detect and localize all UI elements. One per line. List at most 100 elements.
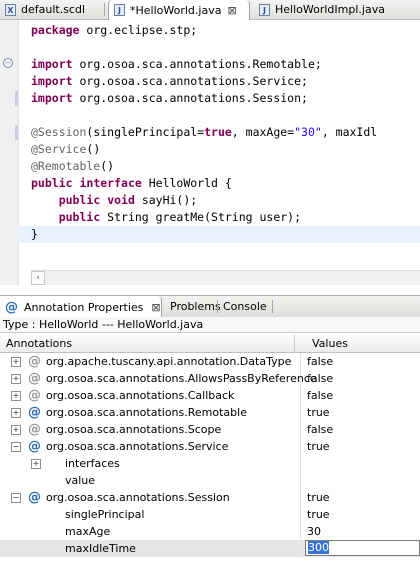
code-token: () <box>100 159 115 173</box>
code-token: public <box>31 176 73 190</box>
code-line[interactable]: import org.osoa.sca.annotations.Session; <box>31 90 420 107</box>
close-icon[interactable]: ⊠ <box>227 4 236 17</box>
code-token: org.eclipse.stp; <box>79 23 198 37</box>
code-line[interactable]: import org.osoa.sca.annotations.Remotabl… <box>31 56 420 73</box>
expand-icon[interactable]: + <box>11 425 21 435</box>
change-marker <box>15 125 18 140</box>
code-token: true <box>204 125 232 139</box>
tree-row[interactable]: + @ org.osoa.sca.annotations.Remotable true <box>0 404 420 421</box>
annotation-value[interactable]: false <box>307 421 333 438</box>
code-token: } <box>31 227 38 241</box>
annotation-icon: @ <box>28 490 41 505</box>
annotation-name: org.osoa.sca.annotations.Remotable <box>46 406 247 419</box>
code-line[interactable]: } <box>18 226 420 243</box>
code-line[interactable]: public void sayHi(); <box>31 192 420 209</box>
code-token: () <box>86 142 101 156</box>
annotation-icon: @ <box>28 371 41 386</box>
code-editor[interactable]: − package org.eclipse.stp; import org.oso… <box>0 20 420 285</box>
annotation-value[interactable]: 30 <box>307 523 321 540</box>
annotation-icon: @ <box>28 422 41 437</box>
column-header-annotations[interactable]: Annotations <box>0 335 295 352</box>
annotation-value[interactable]: true <box>307 404 330 421</box>
value-edit-field[interactable]: 300 <box>305 540 420 556</box>
code-line[interactable] <box>31 107 420 124</box>
collapse-icon[interactable]: − <box>11 442 21 452</box>
tree-row[interactable]: value <box>0 472 420 489</box>
annotation-name: org.osoa.sca.annotations.Callback <box>46 389 235 402</box>
annotation-value[interactable]: false <box>307 387 333 404</box>
annotation-name: maxIdleTime <box>65 542 136 555</box>
expand-icon[interactable]: + <box>11 408 21 418</box>
annotation-value[interactable]: true <box>307 438 330 455</box>
tree-row[interactable]: − @ org.osoa.sca.annotations.Service true <box>0 438 420 455</box>
tree-row[interactable]: singlePrincipal true <box>0 506 420 523</box>
tab-label: HelloWorldImpl.java <box>275 3 385 16</box>
tree-row[interactable]: + @ org.apache.tuscany.api.annotation.Data… <box>0 353 420 370</box>
code-line[interactable]: import org.osoa.sca.annotations.Service; <box>31 73 420 90</box>
tree-row[interactable]: − @ org.osoa.sca.annotations.Session true <box>0 489 420 506</box>
code-line[interactable]: package org.eclipse.stp; <box>31 22 420 39</box>
tree-row[interactable]: + @ org.osoa.sca.annotations.Scope false <box>0 421 420 438</box>
code-token: public <box>58 193 101 207</box>
tab-helloworld-java[interactable]: J *HelloWorld.java ⊠ <box>108 0 250 20</box>
code-token: void <box>107 193 135 207</box>
annotation-name: org.osoa.sca.annotations.AllowsPassByRef… <box>46 372 317 385</box>
java-file-icon: J <box>259 3 270 16</box>
code-line[interactable]: public String greatMe(String user); <box>31 209 420 226</box>
code-token: public <box>58 210 101 224</box>
code-token: String greatMe(String user); <box>100 210 302 224</box>
code-token: import <box>31 91 73 105</box>
tab-console[interactable]: Console <box>223 296 273 317</box>
annotation-name: singlePrincipal <box>65 508 145 521</box>
tree-row[interactable]: + interfaces <box>0 455 420 472</box>
annotation-name: org.osoa.sca.annotations.Session <box>46 491 230 504</box>
annotation-name: interfaces <box>65 457 120 470</box>
tree-row[interactable]: + @ org.osoa.sca.annotations.AllowsPassByR… <box>0 370 420 387</box>
code-token: "30" <box>294 125 322 139</box>
tree-row[interactable]: maxIdleTime 300 <box>0 540 420 557</box>
tab-label: default.scdl <box>21 3 86 16</box>
code-token: @Session <box>31 125 87 139</box>
expand-icon[interactable]: + <box>31 459 41 469</box>
close-icon[interactable]: ⊠ <box>151 301 160 314</box>
collapse-icon[interactable]: − <box>11 493 21 503</box>
code-text[interactable]: package org.eclipse.stp; import org.osoa.… <box>18 22 420 243</box>
code-token: org.osoa.sca.annotations.Session; <box>72 91 308 105</box>
annotation-name: org.apache.tuscany.api.annotation.DataTy… <box>46 355 292 368</box>
tab-problems[interactable]: Problems <box>170 296 221 317</box>
at-sign-icon: @ <box>5 299 18 315</box>
code-token: @Service <box>31 142 87 156</box>
annotation-value[interactable]: true <box>307 489 330 506</box>
code-token: interface <box>79 176 142 190</box>
annotation-value[interactable]: false <box>307 370 333 387</box>
column-header-values[interactable]: Values <box>306 335 348 352</box>
expand-icon[interactable]: + <box>11 374 21 384</box>
tab-default-scdl[interactable]: X default.scdl <box>0 0 105 19</box>
annotation-icon: @ <box>28 439 41 454</box>
code-line[interactable]: public interface HelloWorld { <box>31 175 420 192</box>
annotation-name: org.osoa.sca.annotations.Service <box>46 440 229 453</box>
annotation-value[interactable]: false <box>307 353 333 370</box>
tab-helloworldimpl-java[interactable]: J HelloWorldImpl.java <box>254 0 420 19</box>
code-line[interactable] <box>31 39 420 56</box>
annotation-icon: @ <box>28 405 41 420</box>
tab-annotation-properties[interactable]: @ Annotation Properties ⊠ <box>0 296 162 318</box>
code-token: @Remotable <box>31 159 101 173</box>
code-token: org.osoa.sca.annotations.Remotable; <box>72 57 322 71</box>
tree-row[interactable]: maxAge 30 <box>0 523 420 540</box>
scroll-left-icon[interactable]: ‹ <box>31 271 45 285</box>
code-token: (singlePrincipal= <box>86 125 205 139</box>
code-line[interactable]: @Service() <box>31 141 420 158</box>
annotation-value[interactable]: true <box>307 506 330 523</box>
expand-icon[interactable]: + <box>11 391 21 401</box>
tree-row[interactable]: + @ org.osoa.sca.annotations.Callback false <box>0 387 420 404</box>
expand-icon[interactable]: + <box>11 357 21 367</box>
code-token: HelloWorld { <box>141 176 232 190</box>
code-line[interactable]: @Remotable() <box>31 158 420 175</box>
horizontal-scrollbar[interactable]: ‹ <box>31 270 420 285</box>
fold-icon[interactable]: − <box>3 58 13 68</box>
editor-ruler: − <box>0 20 19 285</box>
code-line[interactable]: @Session(singlePrincipal=true, maxAge="3… <box>31 124 420 141</box>
